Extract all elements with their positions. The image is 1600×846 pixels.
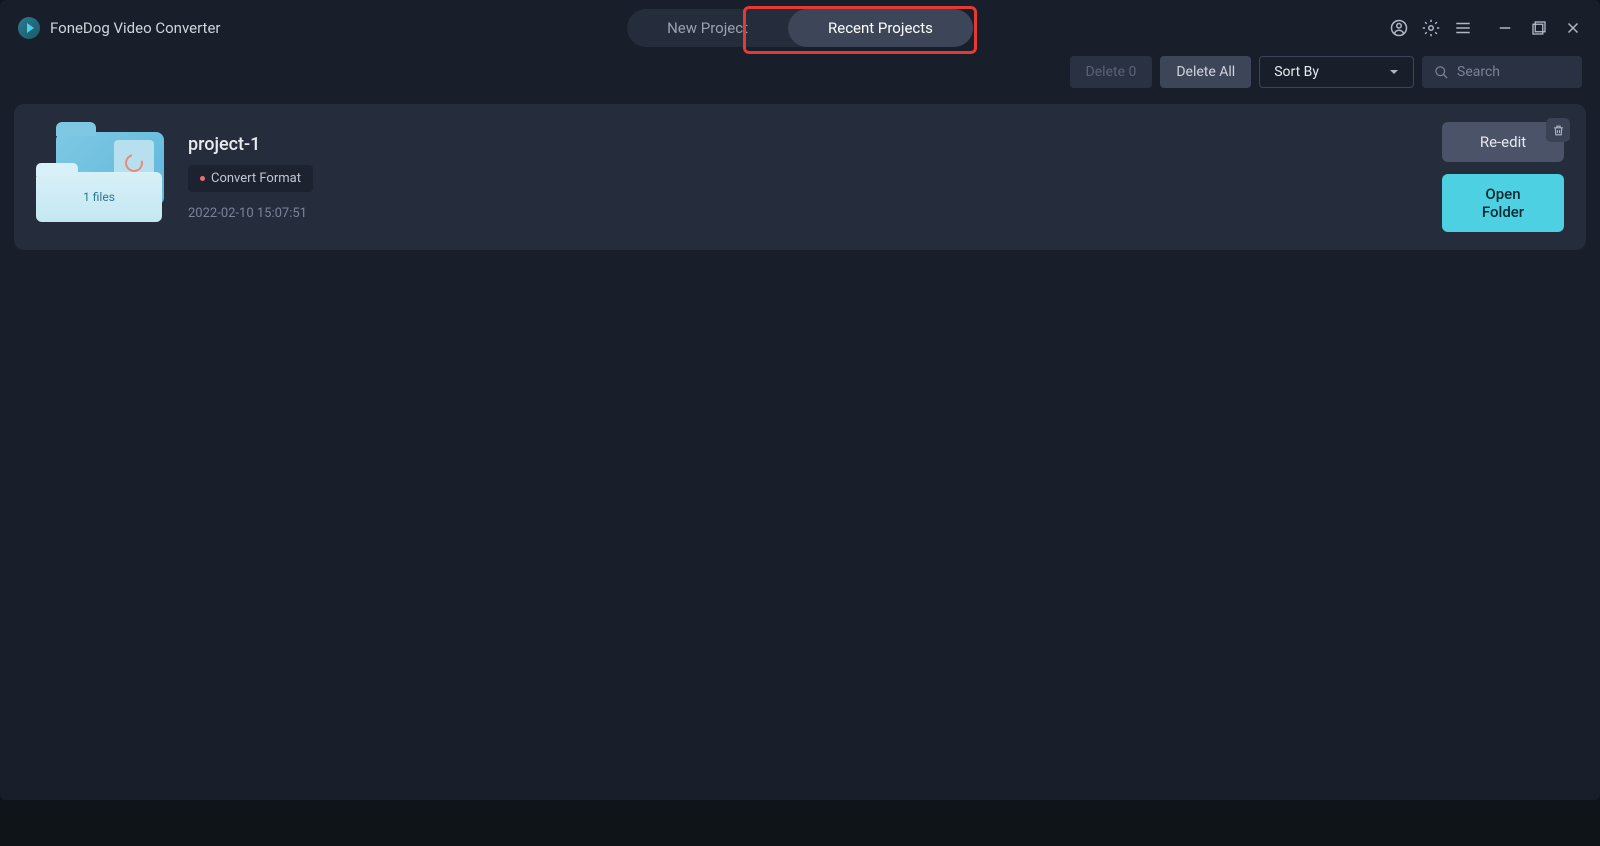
toolbar: Delete 0 Delete All Sort By [0,54,1600,90]
titlebar: FoneDog Video Converter New Project Rece… [0,0,1600,56]
app-logo-icon [18,17,40,39]
delete-all-button[interactable]: Delete All [1160,56,1251,88]
trash-icon [1552,124,1565,137]
project-info: project-1 Convert Format 2022-02-10 15:0… [188,134,1418,221]
window-buttons [1496,19,1582,37]
delete-selected-button[interactable]: Delete 0 [1070,56,1153,88]
project-folder-icon: 1 files [36,132,164,222]
tab-recent-projects[interactable]: Recent Projects [788,9,973,47]
chevron-down-icon [1389,67,1399,77]
maximize-icon[interactable] [1530,19,1548,37]
tag-label: Convert Format [211,171,301,186]
project-tag: Convert Format [188,165,313,192]
window-controls [1390,19,1582,37]
app-window: FoneDog Video Converter New Project Rece… [0,0,1600,800]
search-icon [1434,65,1449,80]
app-title: FoneDog Video Converter [50,19,220,37]
settings-icon[interactable] [1422,19,1440,37]
close-icon[interactable] [1564,19,1582,37]
tag-dot-icon [200,176,205,181]
minimize-icon[interactable] [1496,19,1514,37]
search-box[interactable] [1422,56,1582,88]
sort-by-label: Sort By [1274,64,1319,80]
project-name: project-1 [188,134,1418,155]
user-icon[interactable] [1390,19,1408,37]
delete-project-button[interactable] [1546,118,1570,142]
content-area: 1 files project-1 Convert Format 2022-02… [0,90,1600,800]
sort-by-dropdown[interactable]: Sort By [1259,56,1414,88]
project-card[interactable]: 1 files project-1 Convert Format 2022-02… [14,104,1586,250]
menu-icon[interactable] [1454,19,1472,37]
tab-new-project[interactable]: New Project [627,9,788,47]
tab-switcher: New Project Recent Projects [627,9,973,47]
file-count-label: 1 files [36,172,162,222]
open-folder-button[interactable]: Open Folder [1442,174,1564,232]
search-input[interactable] [1457,64,1570,80]
logo-area: FoneDog Video Converter [18,17,220,39]
project-timestamp: 2022-02-10 15:07:51 [188,206,1418,221]
